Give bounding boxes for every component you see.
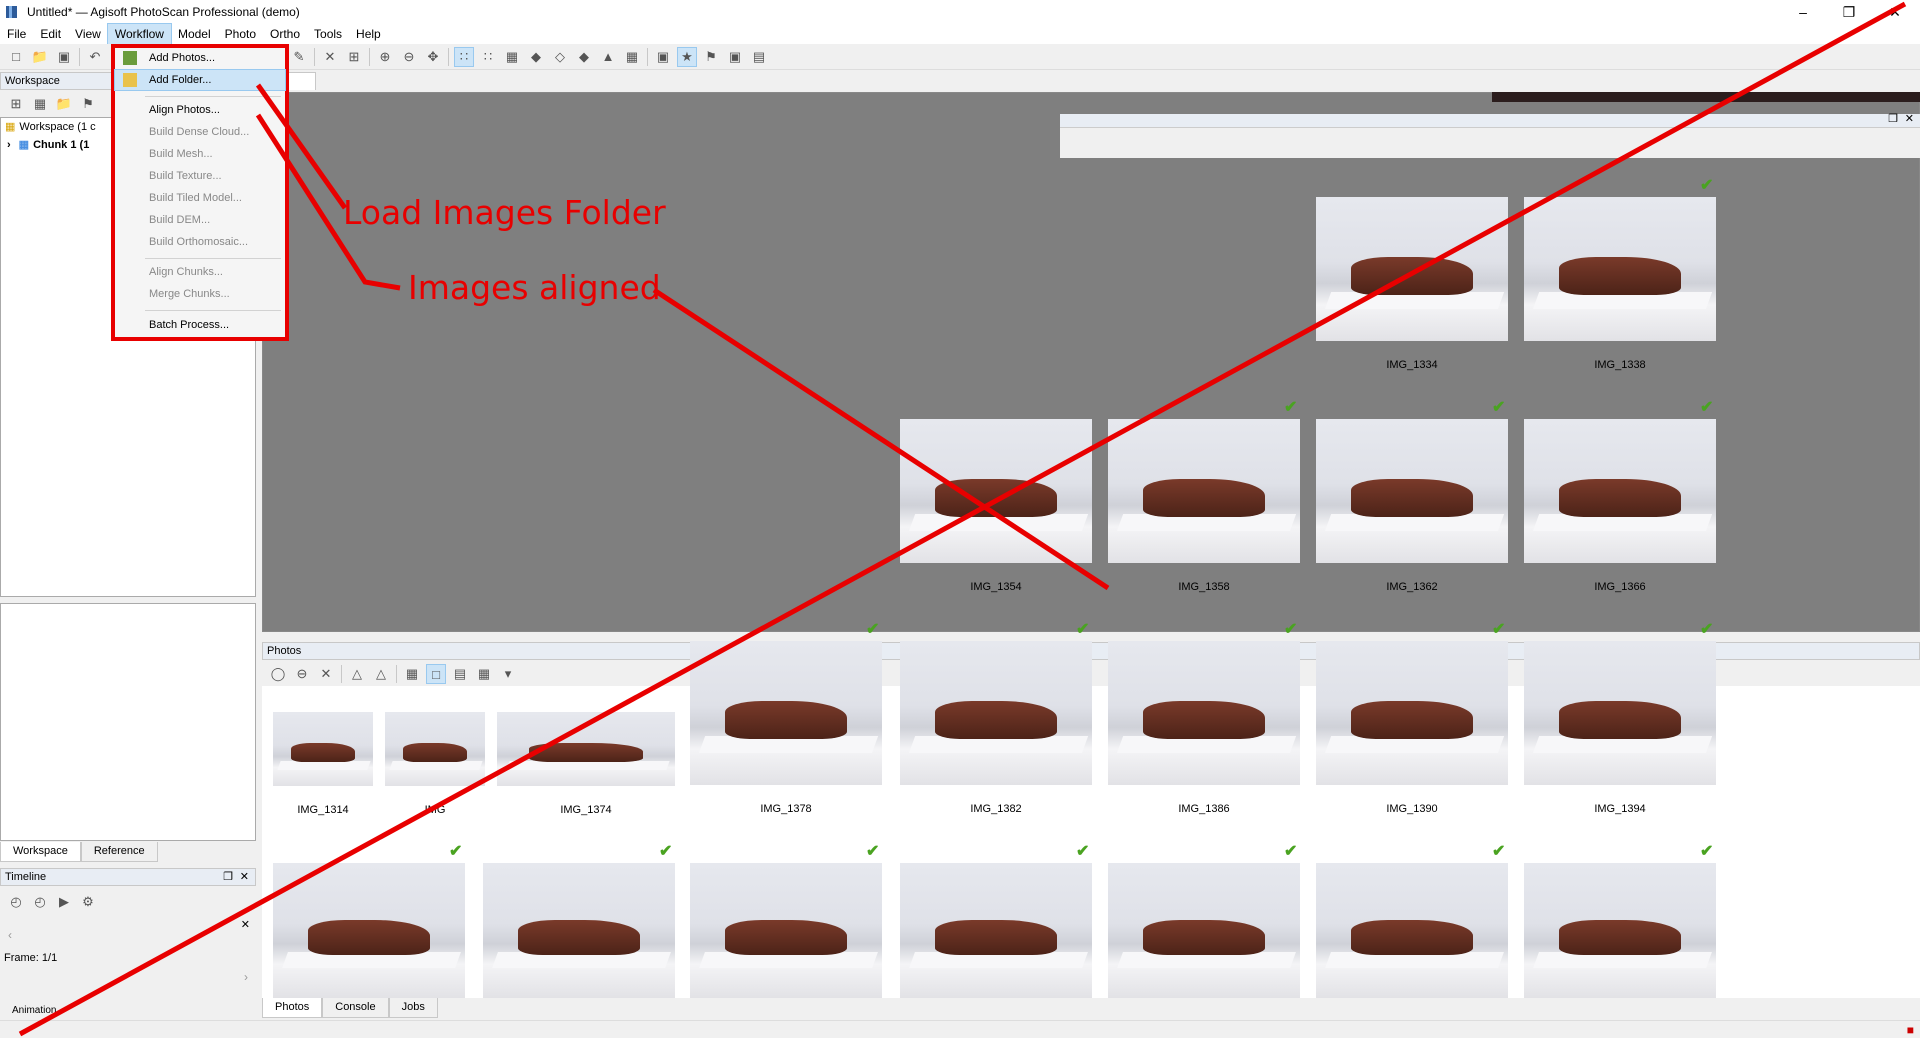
photo-caption: IMG_1338 [1594,359,1646,371]
photo-thumbnail[interactable] [385,712,485,786]
photo-thumbnail[interactable] [497,712,675,786]
menu-build-mesh[interactable]: Build Mesh... [115,144,285,164]
photo-thumbnail[interactable] [1524,863,1716,998]
photo-thumbnail[interactable] [1524,197,1716,341]
photo-caption: IMG_1354 [970,581,1022,593]
photo-thumbnail[interactable] [690,863,882,998]
photo-thumbnail[interactable] [900,863,1092,998]
aligned-check-icon: ✔ [1076,843,1090,860]
workflow-dropdown: Add Photos... Add Folder... Align Photos… [111,44,289,341]
photo-thumbnail[interactable] [1524,641,1716,785]
photo-caption: IMG_1390 [1386,803,1438,815]
photo-caption: IMG [424,804,446,816]
add-folder-icon [123,73,137,87]
photo-caption: IMG_1362 [1386,581,1438,593]
menu-build-orthomosaic[interactable]: Build Orthomosaic... [115,232,285,252]
aligned-check-icon: ✔ [449,843,463,860]
annotation-load-folder: Load Images Folder [343,193,666,232]
annotation-images-aligned: Images aligned [408,268,661,307]
aligned-check-icon: ✔ [866,843,880,860]
aligned-check-icon: ✔ [1284,843,1298,860]
photo-thumbnail[interactable] [1316,641,1508,785]
menu-build-dense-cloud[interactable]: Build Dense Cloud... [115,122,285,142]
photo-thumbnail[interactable] [1316,197,1508,341]
aligned-check-icon: ✔ [659,843,673,860]
aligned-check-icon: ✔ [1076,621,1090,638]
aligned-check-icon: ✔ [1492,399,1506,416]
photo-caption: IMG_1334 [1386,359,1438,371]
photo-thumbnail[interactable] [900,641,1092,785]
photo-caption: IMG_1378 [760,803,812,815]
photo-thumbnail[interactable] [900,419,1092,563]
photo-thumbnail[interactable] [1316,863,1508,998]
aligned-check-icon: ✔ [1700,843,1714,860]
aligned-check-icon: ✔ [1284,621,1298,638]
menu-build-tiled-model[interactable]: Build Tiled Model... [115,188,285,208]
photo-caption: IMG_1366 [1594,581,1646,593]
photo-thumbnail[interactable] [1524,419,1716,563]
photo-caption: IMG_1374 [560,804,612,816]
aligned-check-icon: ✔ [1700,399,1714,416]
menu-build-texture[interactable]: Build Texture... [115,166,285,186]
photo-thumbnail[interactable] [1108,641,1300,785]
aligned-check-icon: ✔ [1284,399,1298,416]
aligned-check-icon: ✔ [866,621,880,638]
menu-merge-chunks[interactable]: Merge Chunks... [115,284,285,304]
photo-thumbnail[interactable] [1108,419,1300,563]
aligned-check-icon: ✔ [1492,621,1506,638]
add-photos-icon [123,51,137,65]
menu-add-folder[interactable]: Add Folder... [114,69,286,91]
photo-caption: IMG_1394 [1594,803,1646,815]
menu-align-photos[interactable]: Align Photos... [115,100,285,120]
menu-build-dem[interactable]: Build DEM... [115,210,285,230]
photo-caption: IMG_1314 [297,804,349,816]
aligned-check-icon: ✔ [1700,177,1714,194]
photo-thumbnail[interactable] [273,863,465,998]
aligned-check-icon: ✔ [1700,621,1714,638]
photo-caption: IMG_1386 [1178,803,1230,815]
aligned-check-icon: ✔ [1492,843,1506,860]
photo-thumbnail[interactable] [483,863,675,998]
menu-align-chunks[interactable]: Align Chunks... [115,262,285,282]
photo-thumbnail[interactable] [1108,863,1300,998]
photo-thumbnail[interactable] [690,641,882,785]
photo-caption: IMG_1358 [1178,581,1230,593]
menu-add-photos[interactable]: Add Photos... [115,48,285,68]
menu-batch-process[interactable]: Batch Process... [115,315,285,335]
photo-thumbnail[interactable] [1316,419,1508,563]
photo-thumbnail[interactable] [273,712,373,786]
photo-caption: IMG_1382 [970,803,1022,815]
